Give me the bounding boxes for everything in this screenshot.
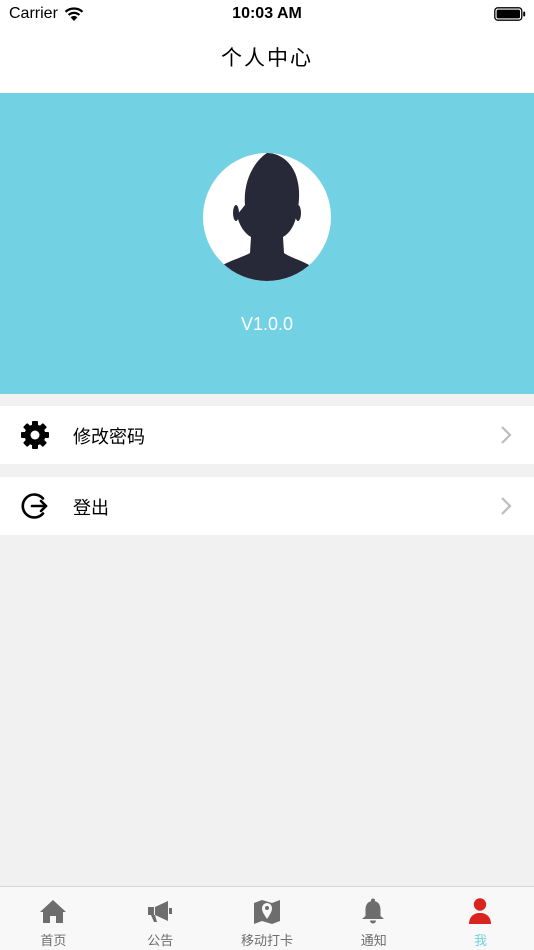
- avatar[interactable]: [203, 153, 331, 281]
- map-pin-icon: [253, 900, 280, 924]
- tab-bar: 首页 公告 移动打卡 通知 我: [0, 886, 534, 950]
- app-version: V1.0.0: [240, 314, 294, 334]
- logout-icon: [21, 493, 48, 519]
- gear-icon: [21, 421, 49, 449]
- tab-label: 我: [474, 934, 488, 949]
- menu-item-label: 登出: [73, 498, 109, 519]
- page-title: 个人中心: [221, 46, 313, 70]
- tab-label: 公告: [147, 934, 174, 949]
- status-time: 10:03 AM: [232, 5, 302, 22]
- tab-mobile-checkin[interactable]: 移动打卡: [214, 887, 321, 950]
- tab-home[interactable]: 首页: [0, 887, 107, 950]
- change-password-row[interactable]: 修改密码: [0, 406, 534, 464]
- megaphone-icon: [147, 901, 172, 922]
- user-silhouette-icon: [203, 153, 327, 281]
- home-icon: [40, 900, 66, 923]
- chevron-right-icon: [501, 497, 512, 515]
- menu-item-label: 修改密码: [73, 427, 145, 448]
- tab-notifications[interactable]: 通知: [320, 887, 427, 950]
- chevron-right-icon: [501, 426, 512, 444]
- bell-icon: [362, 898, 385, 924]
- tab-me[interactable]: 我: [427, 887, 534, 950]
- person-icon: [469, 898, 492, 924]
- tab-label: 移动打卡: [240, 934, 293, 949]
- tab-label: 通知: [360, 934, 387, 949]
- logout-row[interactable]: 登出: [0, 477, 534, 535]
- navigation-bar: 个人中心: [0, 28, 534, 93]
- profile-header: V1.0.0: [0, 93, 534, 394]
- status-bar: Carrier 10:03 AM: [0, 0, 534, 28]
- battery-icon: [494, 7, 526, 21]
- tab-announcements[interactable]: 公告: [107, 887, 214, 950]
- tab-label: 首页: [40, 934, 67, 949]
